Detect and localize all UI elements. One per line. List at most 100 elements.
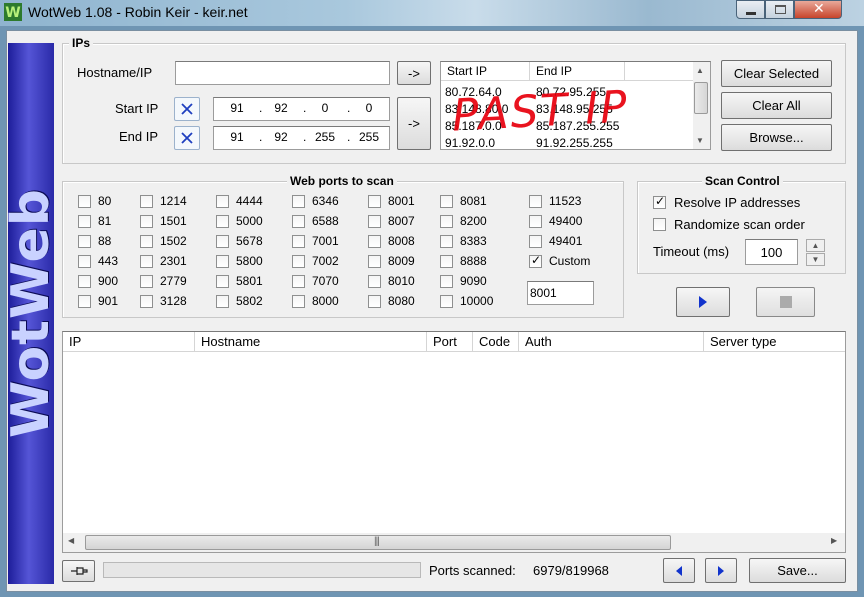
results-col-ip[interactable]: IP xyxy=(63,332,195,351)
scroll-thumb[interactable] xyxy=(694,82,708,114)
timeout-input[interactable] xyxy=(745,239,798,265)
port-label: 5678 xyxy=(236,234,263,248)
results-list[interactable]: IP Hostname Port Code Auth Server type ◀… xyxy=(62,331,846,553)
port-checkbox-1501[interactable] xyxy=(140,215,153,228)
port-checkbox-81[interactable] xyxy=(78,215,91,228)
port-checkbox-8009[interactable] xyxy=(368,255,381,268)
prev-result-button[interactable] xyxy=(663,558,695,583)
hostname-input[interactable] xyxy=(175,61,390,85)
browse-button[interactable]: Browse... xyxy=(721,124,832,151)
save-button[interactable]: Save... xyxy=(749,558,846,583)
results-col-code[interactable]: Code xyxy=(473,332,519,351)
port-checkbox-8888[interactable] xyxy=(440,255,453,268)
close-button[interactable]: ✕ xyxy=(794,0,842,19)
port-checkbox-1502[interactable] xyxy=(140,235,153,248)
port-checkbox-5801[interactable] xyxy=(216,275,229,288)
port-checkbox-443[interactable] xyxy=(78,255,91,268)
port-checkbox-8007[interactable] xyxy=(368,215,381,228)
ip-octet: 92 xyxy=(274,101,288,115)
port-checkbox-2301[interactable] xyxy=(140,255,153,268)
results-col-hostname[interactable]: Hostname xyxy=(195,332,427,351)
port-checkbox-80[interactable] xyxy=(78,195,91,208)
port-checkbox-49400[interactable] xyxy=(529,215,542,228)
ip-octet: 92 xyxy=(274,130,288,144)
port-checkbox-49401[interactable] xyxy=(529,235,542,248)
minimize-button[interactable] xyxy=(736,0,765,19)
results-col-server-type[interactable]: Server type xyxy=(704,332,845,351)
port-checkbox-8010[interactable] xyxy=(368,275,381,288)
port-checkbox-4444[interactable] xyxy=(216,195,229,208)
port-checkbox-10000[interactable] xyxy=(440,295,453,308)
port-checkbox-6346[interactable] xyxy=(292,195,305,208)
results-h-scrollbar[interactable]: ◀ ||| ▶ xyxy=(63,533,845,552)
port-checkbox-8008[interactable] xyxy=(368,235,381,248)
progress-bar xyxy=(103,562,421,578)
ip-list-col-start[interactable]: Start IP xyxy=(441,62,530,81)
port-checkbox-5800[interactable] xyxy=(216,255,229,268)
clear-start-ip-button[interactable] xyxy=(174,97,200,121)
scroll-thumb[interactable]: ||| xyxy=(85,535,671,550)
list-item[interactable]: 91.92.255.255 xyxy=(536,136,613,149)
end-ip-field[interactable]: 91 . 92 . 255 . 255 xyxy=(213,126,390,150)
results-col-port[interactable]: Port xyxy=(427,332,473,351)
add-range-button[interactable]: -> xyxy=(397,97,431,150)
ip-list-scrollbar[interactable]: ▲ ▼ xyxy=(693,62,710,149)
scroll-up-icon[interactable]: ▲ xyxy=(696,66,704,75)
port-checkbox-88[interactable] xyxy=(78,235,91,248)
port-checkbox-900[interactable] xyxy=(78,275,91,288)
port-checkbox-8200[interactable] xyxy=(440,215,453,228)
port-checkbox-8080[interactable] xyxy=(368,295,381,308)
port-label: 4444 xyxy=(236,194,263,208)
port-checkbox-8001[interactable] xyxy=(368,195,381,208)
ip-list-col-end[interactable]: End IP xyxy=(530,62,625,81)
timeout-down-button[interactable]: ▼ xyxy=(806,253,825,266)
timeout-label: Timeout (ms) xyxy=(653,244,730,259)
randomize-order-checkbox[interactable] xyxy=(653,218,666,231)
clear-x-icon xyxy=(181,103,193,115)
port-checkbox-7070[interactable] xyxy=(292,275,305,288)
clear-x-icon xyxy=(181,132,193,144)
scroll-down-icon[interactable]: ▼ xyxy=(696,136,704,145)
start-scan-button[interactable] xyxy=(676,287,730,317)
port-checkbox-8000[interactable] xyxy=(292,295,305,308)
timeout-up-button[interactable]: ▲ xyxy=(806,239,825,252)
port-checkbox-7001[interactable] xyxy=(292,235,305,248)
port-checkbox-7002[interactable] xyxy=(292,255,305,268)
port-checkbox-9090[interactable] xyxy=(440,275,453,288)
port-label: 6346 xyxy=(312,194,339,208)
scroll-left-icon[interactable]: ◀ xyxy=(68,536,74,545)
clear-end-ip-button[interactable] xyxy=(174,126,200,150)
hostname-label: Hostname/IP xyxy=(77,65,153,80)
port-checkbox-5678[interactable] xyxy=(216,235,229,248)
port-label: 8000 xyxy=(312,294,339,308)
scroll-right-icon[interactable]: ▶ xyxy=(831,536,837,545)
resolve-ip-checkbox[interactable] xyxy=(653,194,666,209)
start-ip-field[interactable]: 91 . 92 . 0 . 0 xyxy=(213,97,390,121)
port-checkbox-2779[interactable] xyxy=(140,275,153,288)
clear-all-button[interactable]: Clear All xyxy=(721,92,832,119)
next-result-button[interactable] xyxy=(705,558,737,583)
clear-selected-button[interactable]: Clear Selected xyxy=(721,60,832,87)
pin-button[interactable] xyxy=(62,560,95,582)
port-checkbox-11523[interactable] xyxy=(529,195,542,208)
port-checkbox-6588[interactable] xyxy=(292,215,305,228)
port-label: 8200 xyxy=(460,214,487,228)
port-checkbox-1214[interactable] xyxy=(140,195,153,208)
results-col-auth[interactable]: Auth xyxy=(519,332,704,351)
wotweb-w-icon: W xyxy=(4,3,22,21)
custom-port-input[interactable] xyxy=(527,281,594,305)
port-checkbox-3128[interactable] xyxy=(140,295,153,308)
port-checkbox-8081[interactable] xyxy=(440,195,453,208)
grip-icon: ||| xyxy=(374,536,380,547)
ip-list-header: Start IP End IP xyxy=(441,62,693,81)
custom-port-checkbox[interactable] xyxy=(529,253,542,268)
add-hostname-button[interactable]: -> xyxy=(397,61,431,85)
port-checkbox-901[interactable] xyxy=(78,295,91,308)
maximize-button[interactable] xyxy=(765,0,794,19)
stop-scan-button[interactable] xyxy=(756,287,815,317)
pushpin-icon xyxy=(70,567,88,575)
port-checkbox-5000[interactable] xyxy=(216,215,229,228)
port-checkbox-8383[interactable] xyxy=(440,235,453,248)
port-checkbox-5802[interactable] xyxy=(216,295,229,308)
spin-down-icon: ▼ xyxy=(811,255,820,264)
